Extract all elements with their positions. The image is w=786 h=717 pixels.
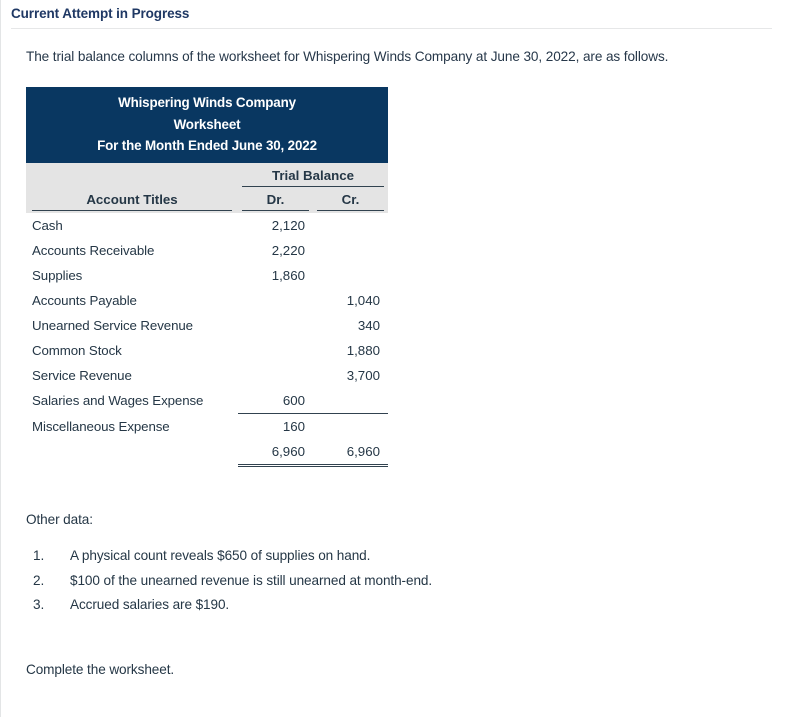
row-account: Supplies (32, 268, 83, 284)
totals-row: 6,960 6,960 (26, 439, 388, 468)
row-account: Cash (32, 218, 63, 234)
page-frame: Current Attempt in Progress The trial ba… (0, 0, 786, 717)
table-row: Common Stock 1,880 (26, 338, 388, 363)
table-row: Salaries and Wages Expense 600 (26, 388, 388, 414)
table-row: Service Revenue 3,700 (26, 363, 388, 388)
row-debit (238, 338, 313, 363)
row-credit: 1,040 (346, 293, 380, 309)
worksheet-table: Whispering Winds Company Worksheet For t… (26, 87, 388, 468)
list-item-text: Accrued salaries are $190. (70, 597, 230, 613)
row-credit: 340 (357, 318, 380, 334)
worksheet-company: Whispering Winds Company (118, 95, 296, 110)
table-row: Accounts Payable 1,040 (26, 288, 388, 313)
totals-credit: 6,960 (313, 439, 388, 468)
row-account: Unearned Service Revenue (32, 318, 193, 334)
worksheet-title-row: Whispering Winds Company Worksheet For t… (26, 87, 388, 164)
row-credit (313, 388, 388, 414)
row-account: Common Stock (32, 343, 122, 359)
other-data-label: Other data: (26, 512, 93, 528)
table-row: Unearned Service Revenue 340 (26, 313, 388, 338)
row-debit: 2,220 (271, 243, 305, 259)
row-debit (238, 313, 313, 338)
row-credit (313, 413, 388, 440)
column-header-credit-label: Cr. (317, 192, 384, 212)
list-item: 2. $100 of the unearned revenue is still… (26, 574, 776, 588)
row-credit (313, 263, 388, 288)
totals-label (26, 439, 238, 466)
worksheet-group-header-row: Trial Balance (26, 163, 388, 190)
row-debit: 160 (238, 413, 313, 440)
table-row: Miscellaneous Expense 160 (26, 413, 388, 440)
table-row: Accounts Receivable 2,220 (26, 238, 388, 263)
row-debit: 600 (282, 393, 305, 409)
intro-text: The trial balance columns of the workshe… (26, 49, 669, 64)
worksheet-period: For the Month Ended June 30, 2022 (97, 138, 317, 154)
row-credit: 3,700 (346, 368, 380, 384)
totals-debit: 6,960 (238, 439, 313, 468)
worksheet-title-cell: Whispering Winds Company Worksheet For t… (26, 87, 388, 164)
row-debit (238, 363, 313, 388)
table-row: Cash 2,120 (26, 213, 388, 238)
row-credit (313, 238, 388, 263)
page-title: Current Attempt in Progress (11, 6, 190, 21)
list-item: 3. Accrued salaries are $190. (26, 598, 776, 612)
row-account: Service Revenue (32, 368, 132, 384)
group-header-trial-balance: Trial Balance (238, 163, 388, 190)
group-header-spacer (26, 163, 238, 190)
column-header-accounts-label: Account Titles (32, 192, 232, 212)
column-header-credit: Cr. (313, 189, 388, 214)
list-item-text: A physical count reveals $650 of supplie… (70, 548, 371, 564)
list-item: 1. A physical count reveals $650 of supp… (26, 549, 776, 563)
row-debit (238, 288, 313, 313)
column-header-debit-label: Dr. (242, 192, 309, 212)
row-credit (313, 213, 388, 238)
closing-instruction: Complete the worksheet. (26, 661, 175, 677)
list-item-number: 3. (33, 597, 45, 613)
worksheet-column-header-row: Account Titles Dr. Cr. (26, 189, 388, 214)
worksheet-doc-type: Worksheet (173, 116, 241, 132)
row-debit: 2,120 (271, 218, 305, 234)
list-item-number: 2. (33, 572, 45, 588)
row-account: Miscellaneous Expense (32, 418, 170, 434)
list-item-text: $100 of the unearned revenue is still un… (70, 572, 433, 588)
group-header-label: Trial Balance (242, 168, 384, 188)
row-debit: 1,860 (271, 268, 305, 284)
row-account: Accounts Receivable (32, 243, 155, 259)
column-header-debit: Dr. (238, 189, 313, 214)
row-credit: 1,880 (346, 343, 380, 359)
row-account: Accounts Payable (32, 293, 137, 309)
table-row: Supplies 1,860 (26, 263, 388, 288)
column-header-accounts: Account Titles (26, 189, 238, 214)
list-item-number: 1. (33, 548, 45, 564)
other-data-list: 1. A physical count reveals $650 of supp… (26, 549, 776, 612)
main-content: The trial balance columns of the workshe… (1, 29, 786, 677)
row-account: Salaries and Wages Expense (32, 393, 204, 409)
